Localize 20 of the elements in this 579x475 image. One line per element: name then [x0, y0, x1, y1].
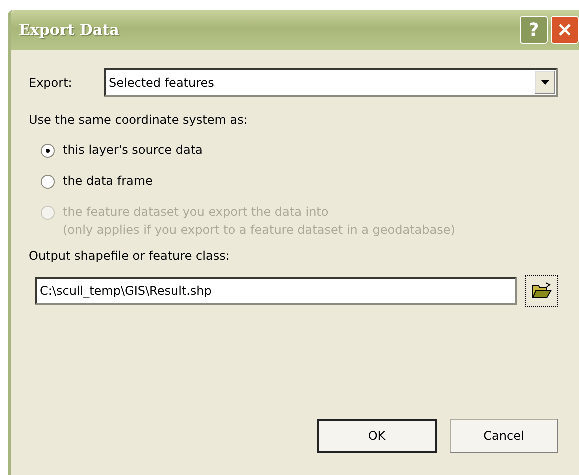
coordinate-system-label: Use the same coordinate system as: [29, 113, 249, 127]
export-dropdown[interactable]: Selected features [104, 68, 558, 97]
radio-label: the data frame [63, 174, 153, 188]
radio-button[interactable] [41, 144, 55, 158]
export-label: Export: [29, 76, 74, 90]
radio-label: this layer's source data [63, 143, 203, 157]
browse-button[interactable] [525, 275, 558, 307]
ok-button[interactable]: OK [317, 419, 437, 453]
dropdown-button[interactable] [535, 71, 555, 94]
caret-icon [540, 80, 550, 85]
radio-label: the feature dataset you export the data into [63, 205, 330, 219]
output-path-field[interactable]: C:\scull_temp\GIS\Result.shp [35, 277, 517, 305]
close-button[interactable] [551, 16, 579, 44]
radio-note: (only applies if you export to a feature dataset in a geodatabase) [63, 223, 456, 237]
window-title: Export Data [19, 21, 120, 39]
radio-button[interactable] [41, 175, 55, 189]
cancel-button[interactable]: Cancel [450, 419, 558, 453]
close-icon [558, 23, 572, 37]
output-label: Output shapefile or feature class: [29, 249, 231, 263]
folder-icon [532, 282, 552, 300]
